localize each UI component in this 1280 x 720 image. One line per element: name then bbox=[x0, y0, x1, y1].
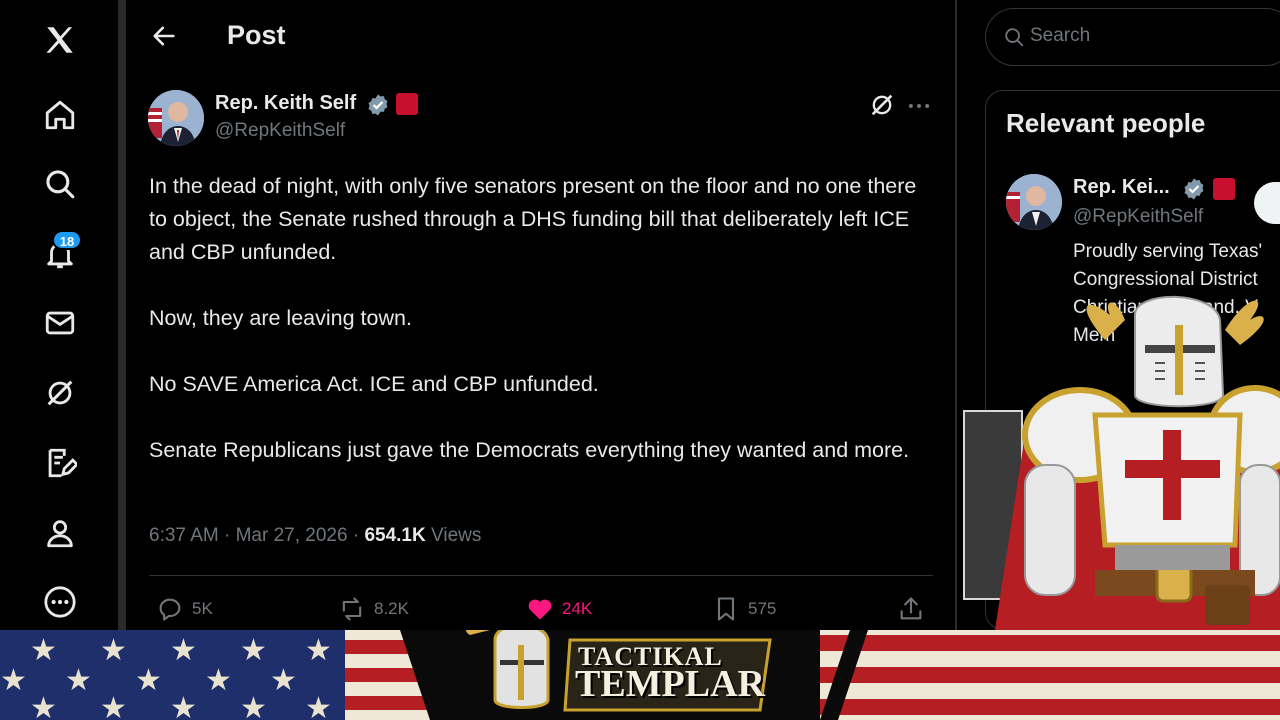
like-button[interactable]: 24K bbox=[526, 594, 592, 624]
svg-text:★: ★ bbox=[305, 633, 332, 668]
heart-icon bbox=[528, 599, 552, 620]
author-handle[interactable]: @RepKeithSelf bbox=[215, 120, 345, 142]
mail-icon[interactable] bbox=[40, 303, 80, 343]
svg-text:★: ★ bbox=[100, 633, 127, 668]
svg-text:★: ★ bbox=[30, 691, 57, 720]
sidebar-divider bbox=[118, 0, 126, 630]
bookmark-count: 575 bbox=[748, 599, 777, 618]
more-circle-icon[interactable] bbox=[40, 582, 80, 622]
relevant-person-handle[interactable]: @RepKeithSelf bbox=[1073, 206, 1203, 228]
post-timestamp[interactable]: 6:37 AM · Mar 27, 2026 · bbox=[149, 525, 364, 546]
back-arrow-icon[interactable] bbox=[150, 22, 178, 50]
svg-text:★: ★ bbox=[305, 691, 332, 720]
like-count: 24K bbox=[562, 599, 593, 618]
divider bbox=[149, 575, 933, 576]
author-avatar[interactable] bbox=[148, 90, 204, 146]
views-label: Views bbox=[425, 525, 482, 546]
svg-text:★: ★ bbox=[205, 663, 232, 698]
explore-search-icon[interactable] bbox=[40, 164, 80, 204]
relevant-people-title: Relevant people bbox=[1006, 108, 1206, 138]
svg-text:★: ★ bbox=[0, 663, 27, 698]
affiliation-seal-icon bbox=[1213, 178, 1235, 200]
svg-text:★: ★ bbox=[30, 633, 57, 668]
person-icon[interactable] bbox=[40, 513, 80, 553]
svg-text:★: ★ bbox=[240, 633, 267, 668]
share-icon bbox=[900, 597, 922, 620]
reply-button[interactable]: 5K bbox=[156, 594, 213, 624]
bio-line: Proudly serving Texas' bbox=[1073, 241, 1263, 262]
svg-text:★: ★ bbox=[270, 663, 297, 698]
post-paragraph: Senate Republicans just gave the Democra… bbox=[149, 438, 910, 462]
post-paragraph: Now, they are leaving town. bbox=[149, 306, 412, 330]
search-placeholder: Search bbox=[1030, 25, 1091, 46]
compose-icon[interactable] bbox=[40, 443, 80, 483]
bookmark-button[interactable]: 575 bbox=[712, 594, 776, 624]
relevant-person-avatar[interactable] bbox=[1006, 174, 1062, 230]
home-icon[interactable] bbox=[40, 95, 80, 135]
verified-badge-icon bbox=[1182, 177, 1206, 201]
relevant-person-name[interactable]: Rep. Kei... bbox=[1073, 176, 1170, 199]
page-title: Post bbox=[227, 20, 286, 50]
views-count: 654.1K bbox=[364, 525, 426, 546]
svg-text:★: ★ bbox=[170, 691, 197, 720]
bookmark-icon bbox=[717, 597, 735, 621]
grok-nav-icon[interactable] bbox=[40, 373, 80, 413]
svg-text:★: ★ bbox=[170, 633, 197, 668]
svg-text:★: ★ bbox=[240, 691, 267, 720]
author-name[interactable]: Rep. Keith Self bbox=[215, 92, 356, 115]
reply-icon bbox=[159, 598, 181, 621]
svg-text:★: ★ bbox=[135, 663, 162, 698]
repost-button[interactable]: 8.2K bbox=[338, 594, 409, 624]
notifications-badge: 18 bbox=[52, 230, 82, 250]
verified-badge-icon bbox=[366, 93, 390, 117]
x-logo-icon[interactable] bbox=[40, 20, 80, 60]
affiliation-seal-icon bbox=[396, 93, 418, 115]
share-button[interactable] bbox=[897, 594, 933, 624]
column-divider bbox=[955, 0, 957, 630]
svg-text:★: ★ bbox=[65, 663, 92, 698]
templar-knight-mascot bbox=[985, 285, 1280, 630]
banner-title-line2: TEMPLAR bbox=[575, 663, 765, 705]
repost-count: 8.2K bbox=[374, 599, 409, 618]
svg-text:★: ★ bbox=[100, 691, 127, 720]
post-paragraph: No SAVE America Act. ICE and CBP unfunde… bbox=[149, 372, 599, 396]
post-meta: 6:37 AM · Mar 27, 2026 · 654.1K Views bbox=[149, 525, 481, 547]
more-options-icon[interactable] bbox=[905, 92, 933, 120]
reply-count: 5K bbox=[192, 599, 213, 618]
post-text: In the dead of night, with only five sen… bbox=[149, 170, 929, 467]
repost-icon bbox=[342, 597, 362, 621]
search-icon bbox=[1003, 26, 1025, 48]
post-paragraph: In the dead of night, with only five sen… bbox=[149, 174, 917, 264]
grok-icon[interactable] bbox=[868, 91, 896, 119]
